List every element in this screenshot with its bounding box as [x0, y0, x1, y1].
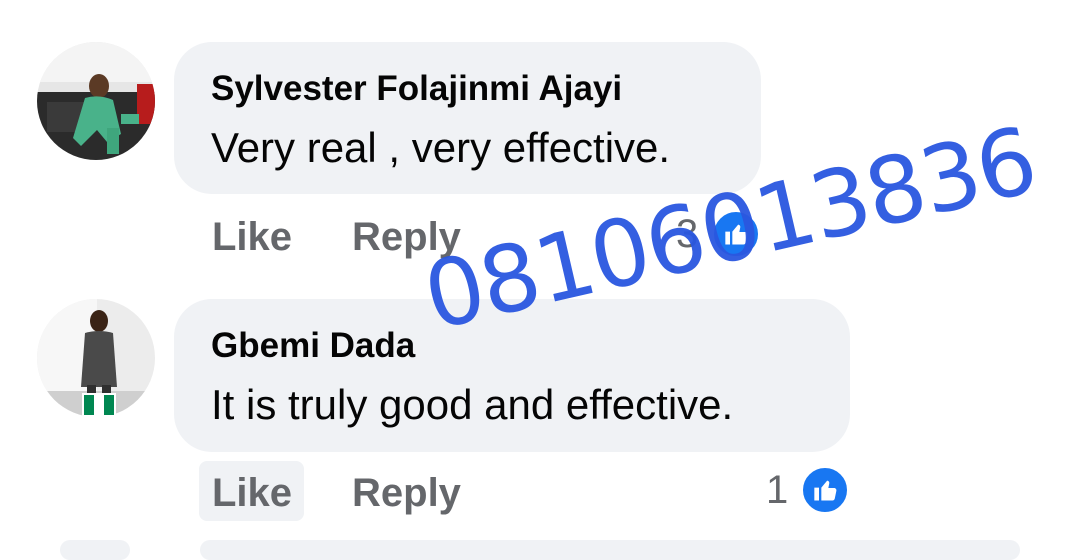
reaction-count[interactable]: 1	[766, 466, 788, 514]
thumbs-up-icon[interactable]	[711, 209, 761, 259]
comment-bubble: Gbemi Dada It is truly good and effectiv…	[174, 299, 850, 452]
reply-button[interactable]: Reply	[352, 469, 461, 517]
next-comment-bubble-edge	[200, 540, 1020, 560]
nigeria-flag-icon	[82, 393, 116, 417]
comment-author-name[interactable]: Sylvester Folajinmi Ajayi	[211, 69, 622, 109]
like-button[interactable]: Like	[212, 469, 292, 517]
comment-bubble: Sylvester Folajinmi Ajayi Very real , ve…	[174, 42, 761, 194]
comment-text: It is truly good and effective.	[211, 381, 734, 428]
reaction-count[interactable]: 3	[676, 210, 698, 258]
thumbs-up-icon[interactable]	[800, 465, 850, 515]
reply-button[interactable]: Reply	[352, 213, 461, 261]
like-button[interactable]: Like	[212, 213, 292, 261]
next-comment-avatar-edge	[60, 540, 130, 560]
comment-author-name[interactable]: Gbemi Dada	[211, 326, 415, 366]
comment-text: Very real , very effective.	[211, 124, 671, 171]
avatar[interactable]	[37, 42, 155, 160]
